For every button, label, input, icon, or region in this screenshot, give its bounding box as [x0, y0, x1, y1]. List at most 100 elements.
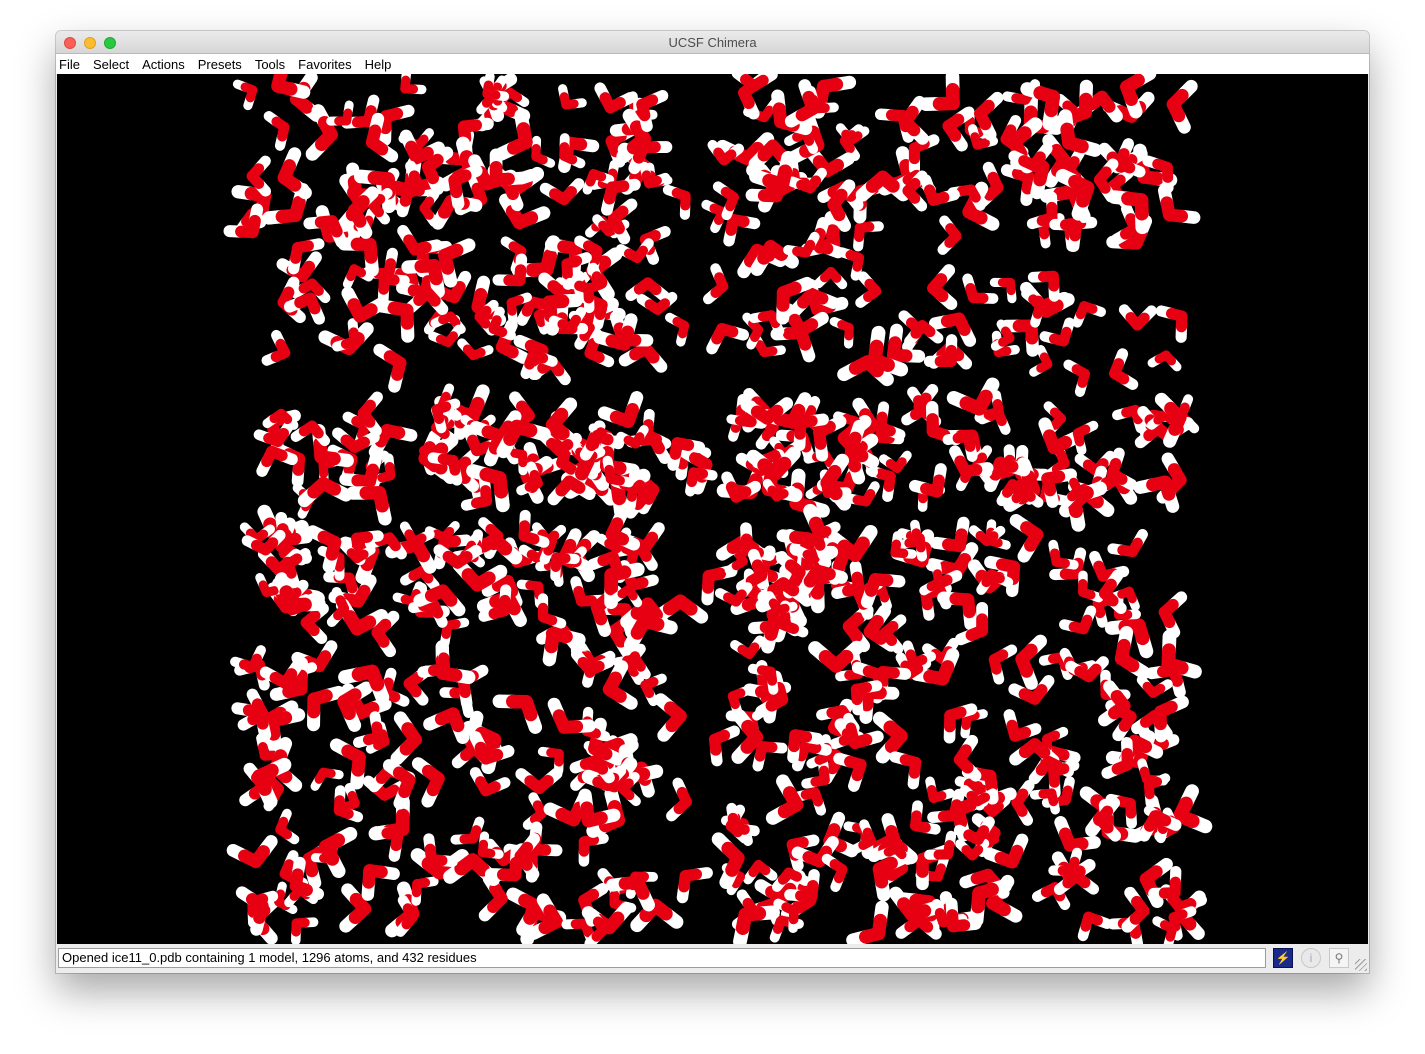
bond-stick [558, 185, 577, 206]
bond-stick [557, 319, 577, 333]
bond-stick [460, 742, 480, 762]
bond-stick [294, 292, 317, 309]
bond-stick [934, 907, 949, 928]
bond-stick [442, 619, 461, 631]
bond-stick [1161, 350, 1177, 366]
bond-stick [851, 758, 867, 782]
bond-stick [252, 763, 279, 784]
bond-stick [899, 105, 919, 128]
bond-stick [677, 320, 690, 339]
bond-stick [298, 420, 318, 437]
bond-stick [342, 798, 360, 812]
bond-stick [272, 427, 290, 447]
bond-stick [362, 864, 376, 889]
bond-stick [892, 457, 907, 473]
bond-stick [1044, 90, 1061, 118]
bond-stick [1152, 158, 1173, 173]
bond-stick [826, 705, 848, 719]
bond-stick [931, 474, 945, 498]
bond-stick [404, 529, 419, 547]
bond-stick [961, 593, 976, 619]
bond-stick [1071, 364, 1090, 379]
bond-stick [632, 245, 649, 263]
bond-stick [877, 585, 890, 603]
bond-stick [972, 138, 990, 150]
bond-stick [731, 589, 747, 607]
bond-stick [577, 656, 596, 676]
bond-stick [275, 539, 298, 559]
bond-stick [743, 408, 755, 427]
bond-stick [845, 250, 865, 263]
bond-stick [352, 584, 371, 608]
bond-stick [902, 177, 921, 197]
bond-stick [761, 404, 784, 425]
bond-stick [401, 722, 422, 747]
menu-select[interactable]: Select [90, 57, 135, 72]
bond-stick [434, 707, 460, 726]
bond-stick [1066, 856, 1080, 876]
bond-stick [245, 893, 269, 913]
bond-stick [261, 445, 278, 468]
ice-structure-render[interactable] [57, 74, 1368, 944]
bond-stick [818, 765, 830, 786]
bond-stick [930, 648, 949, 665]
resize-grip[interactable] [1355, 959, 1367, 971]
bond-stick [772, 681, 789, 706]
bond-stick [1083, 663, 1102, 683]
bond-stick [755, 340, 769, 357]
bond-stick [1158, 475, 1176, 501]
bond-stick [582, 811, 608, 828]
molecule-viewport[interactable] [57, 74, 1368, 944]
bond-stick [1060, 785, 1073, 806]
bond-stick [1161, 657, 1189, 675]
bond-stick [913, 392, 932, 413]
bond-stick [384, 462, 396, 481]
bond-stick [1011, 796, 1028, 817]
bond-stick [942, 120, 962, 142]
lightning-icon[interactable]: ⚡ [1273, 948, 1293, 968]
magnifier-icon[interactable]: ⚲ [1329, 948, 1349, 968]
bond-stick [438, 248, 455, 275]
bond-stick [863, 625, 888, 645]
bond-stick [905, 649, 919, 669]
bond-stick [1068, 174, 1095, 195]
menu-file[interactable]: File [56, 57, 86, 72]
bond-stick [279, 668, 298, 689]
bond-stick [436, 584, 458, 607]
title-bar[interactable]: UCSF Chimera [56, 31, 1369, 54]
bond-stick [340, 336, 360, 349]
bond-stick [961, 712, 972, 731]
bond-stick [886, 336, 902, 362]
bond-stick [509, 419, 538, 438]
bond-stick [820, 476, 843, 501]
bond-stick [1051, 557, 1070, 569]
bond-stick [475, 776, 492, 797]
menu-help[interactable]: Help [362, 57, 398, 72]
bond-stick [632, 141, 650, 164]
bond-stick [962, 205, 988, 225]
bond-stick [482, 80, 494, 99]
bond-stick [1005, 844, 1024, 869]
bond-stick [431, 401, 452, 415]
bond-stick [644, 299, 663, 315]
bond-stick [277, 122, 290, 142]
bond-stick [542, 295, 558, 323]
bond-stick [1168, 410, 1187, 436]
bond-stick [519, 695, 538, 722]
menu-favorites[interactable]: Favorites [295, 57, 357, 72]
info-icon[interactable]: i [1301, 948, 1321, 968]
bond-stick [487, 892, 508, 914]
bond-stick [457, 119, 482, 133]
bond-stick [1168, 909, 1188, 923]
bond-stick [986, 896, 1011, 917]
bond-stick [492, 471, 509, 499]
bond-stick [875, 170, 900, 193]
bond-stick [953, 753, 974, 774]
menu-presets[interactable]: Presets [195, 57, 248, 72]
bond-stick [982, 531, 999, 547]
bond-stick [727, 213, 750, 228]
menu-actions[interactable]: Actions [139, 57, 191, 72]
bond-stick [636, 432, 660, 447]
menu-tools[interactable]: Tools [252, 57, 291, 72]
bond-stick [421, 286, 441, 307]
